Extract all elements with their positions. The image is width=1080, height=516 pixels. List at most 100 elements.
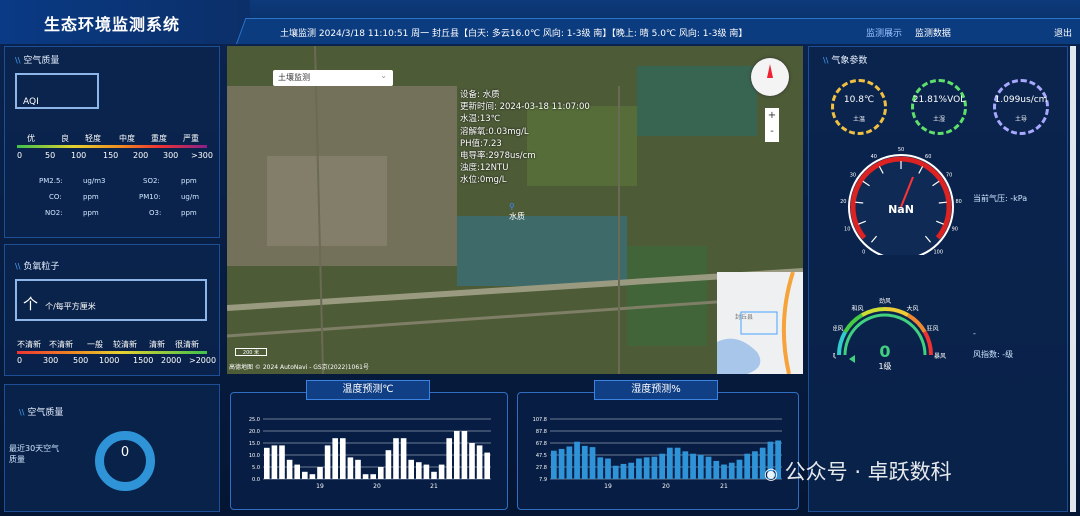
bar — [558, 448, 565, 479]
anion-tick: 500 — [73, 356, 89, 365]
soil-temp-label: 土温 — [852, 116, 865, 123]
x-tick-label: 20 — [662, 483, 670, 490]
wind-dash: - — [973, 329, 976, 338]
wind-pointer — [849, 355, 855, 363]
bar — [659, 453, 665, 479]
nav-monitor-data[interactable]: 监测数据 — [915, 29, 951, 39]
anion-title: 负氧粒子 — [15, 259, 59, 272]
map-marker-label: 水质 — [509, 212, 525, 221]
humidity-chart-panel: 7.9 27.8 47.5 67.8 87.8 107.8 19 20 21 — [517, 392, 799, 510]
anion-level: 较清新 — [113, 340, 137, 349]
bar — [431, 471, 437, 479]
logout-link[interactable]: 退出 — [1054, 26, 1072, 39]
air30-panel: 空气质量 最近30天空气质量 0 — [4, 384, 220, 512]
pin-icon: ⚲ — [509, 202, 515, 211]
layer-select-value: 土壤监测 — [278, 73, 310, 82]
anion-level: 清新 — [149, 340, 165, 349]
aqi-tick: 200 — [133, 151, 149, 160]
bar — [566, 446, 573, 479]
aqi-tick: 0 — [17, 151, 23, 160]
pressure-gauge: 0 10 20 30 40 50 60 70 80 90 100 NaN — [840, 147, 962, 255]
bar — [416, 462, 422, 479]
y-tick-label: 67.8 — [536, 441, 547, 447]
y-tick-label: 27.8 — [536, 465, 547, 471]
soil-moisture-gauge: 21.81%VOL 土湿 — [911, 79, 967, 135]
temperature-chart-title: 温度预测℃ — [306, 380, 430, 400]
zoom-out-button[interactable]: - — [765, 124, 779, 140]
bar — [317, 467, 323, 479]
map-copyright: 高德地图 © 2024 AutoNavi - GS京(2022)1061号 — [229, 364, 369, 371]
person-icon: 个 — [23, 295, 39, 313]
y-tick-label: 0.0 — [252, 477, 260, 483]
bar — [408, 459, 414, 479]
aqi-level: 重度 — [151, 134, 167, 143]
wind-scale-label: 无风 — [833, 353, 836, 360]
nav-monitor-display[interactable]: 监测展示 — [866, 29, 902, 39]
map-view[interactable]: 土壤监测 ⌄ 设备: 水质 更新时间: 2024-03-18 11:07:00 … — [227, 46, 803, 374]
bar — [309, 474, 316, 479]
wind-scale-label: 大风 — [906, 304, 918, 312]
soil-conductivity-value: 1.099us/cm — [994, 95, 1048, 105]
anion-level-labels: 不清新 不清新 一般 较清新 清新 很清新 — [13, 339, 213, 351]
bar — [400, 438, 407, 479]
gauge-tick-label: 70 — [946, 173, 952, 179]
weather-title: 气象参数 — [823, 53, 867, 66]
pollutant-unit: ppm — [181, 209, 197, 217]
anion-panel: 负氧粒子 个 个/每平方厘米 不清新 不清新 一般 较清新 清新 很清新 0 3… — [4, 244, 220, 376]
anion-tick: 1000 — [99, 356, 120, 365]
y-tick-label: 5.0 — [252, 465, 260, 471]
bar — [736, 459, 743, 479]
map-info-popup: 设备: 水质 更新时间: 2024-03-18 11:07:00 水温:13℃ … — [460, 89, 590, 187]
app-title: 生态环境监测系统 — [44, 15, 181, 34]
zoom-in-button[interactable]: + — [765, 108, 779, 124]
x-tick-label: 21 — [430, 483, 438, 490]
anion-tick: >2000 — [189, 356, 217, 365]
zoom-control: + - — [765, 108, 779, 142]
soil-temp-gauge: 10.8℃ 土温 — [831, 79, 887, 135]
bar — [469, 443, 475, 479]
pollutant-unit: ppm — [83, 193, 99, 201]
gauge-tick-label: 10 — [844, 227, 850, 233]
bar — [589, 447, 596, 479]
anion-level: 很清新 — [175, 340, 199, 349]
bar — [324, 445, 331, 479]
layer-select[interactable]: 土壤监测 ⌄ — [273, 70, 393, 86]
aqi-tick: 300 — [163, 151, 179, 160]
anion-unit: 个/每平方厘米 — [45, 302, 96, 311]
wind-scale-label: 劲风 — [879, 297, 891, 305]
gauge-tick-label: 30 — [850, 173, 856, 179]
map-marker[interactable]: ⚲ 水质 — [509, 202, 525, 222]
x-tick-label: 19 — [316, 483, 324, 490]
pollutant-label: CO: — [49, 193, 62, 201]
gauge-tick-label: 0 — [862, 249, 865, 255]
gauge-tick-label: 100 — [934, 249, 944, 255]
bar — [620, 463, 627, 479]
pollutant-label: NO2: — [45, 209, 63, 217]
weather-info: 土壤监测 2024/3/18 11:10:51 周一 封丘县【白天: 多云16.… — [280, 29, 748, 39]
anion-level: 不清新 — [49, 340, 73, 349]
map-info-line: 水位:0mg/L — [460, 175, 507, 186]
bar — [690, 453, 696, 479]
wind-scale-label: 轻风 — [833, 325, 843, 333]
aqi-tick: 150 — [103, 151, 119, 160]
soil-conductivity-gauge: 1.099us/cm 土导 — [993, 79, 1049, 135]
bar — [378, 467, 384, 479]
overview-map-graphic — [717, 271, 795, 374]
humidity-chart: 7.9 27.8 47.5 67.8 87.8 107.8 19 20 21 — [533, 417, 782, 490]
aqi-tick: >300 — [191, 151, 213, 160]
bar — [581, 445, 588, 479]
map-info-line: 更新时间: 2024-03-18 11:07:00 — [460, 102, 590, 113]
bar — [370, 474, 376, 479]
bar — [385, 450, 392, 479]
pollutant-unit: ug/m — [181, 193, 200, 201]
scrollbar[interactable] — [1070, 46, 1076, 512]
bar — [551, 450, 557, 479]
bar — [752, 451, 758, 479]
aqi-level: 严重 — [183, 134, 199, 143]
compass-icon[interactable] — [751, 58, 789, 96]
aqi-tick: 50 — [45, 151, 56, 160]
bar — [279, 445, 285, 479]
map-scale: 200 米 — [235, 348, 267, 356]
overview-map[interactable]: 封丘县 — [717, 271, 803, 374]
pressure-label: 当前气压: -kPa — [973, 194, 1028, 203]
